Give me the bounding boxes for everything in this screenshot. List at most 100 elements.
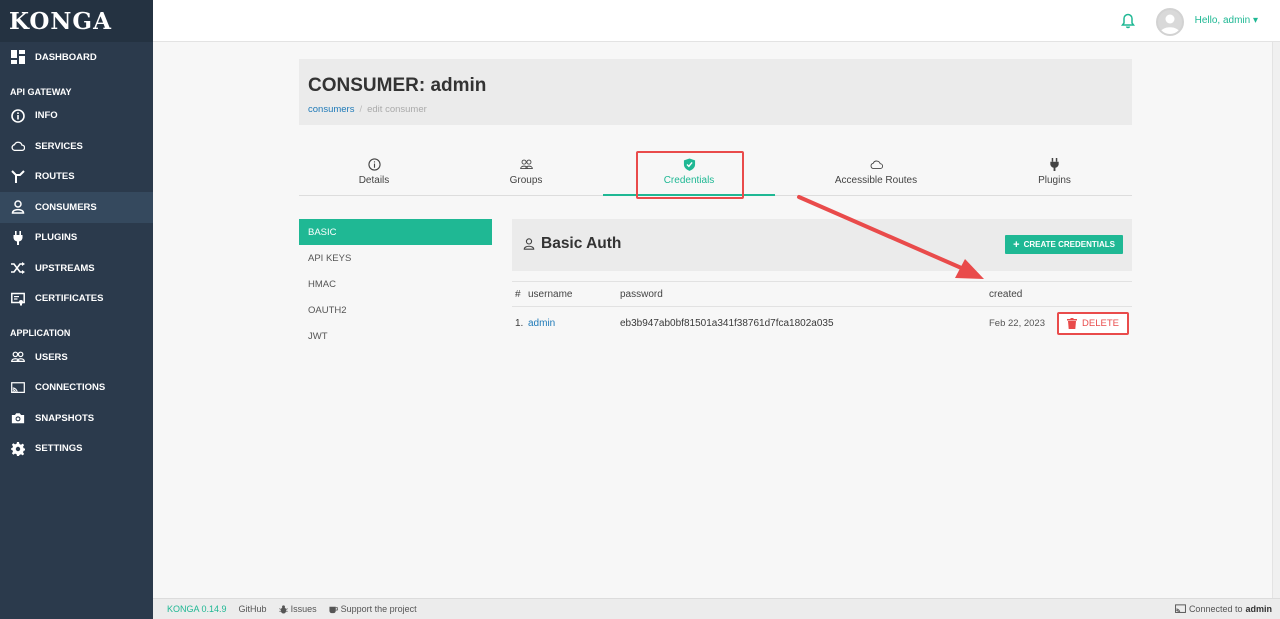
table-header: # username password created xyxy=(512,281,1132,307)
avatar[interactable] xyxy=(1156,8,1184,36)
sidebar-item-label: CONNECTIONS xyxy=(35,382,106,394)
delete-button[interactable]: DELETE xyxy=(1057,312,1129,335)
issues-label: Issues xyxy=(290,604,317,614)
sidebar-item-label: PLUGINS xyxy=(35,232,78,244)
col-num-header: # xyxy=(515,288,521,300)
issues-link[interactable]: Issues xyxy=(278,604,317,614)
col-password-header: password xyxy=(620,288,663,300)
sidebar-item-plugins[interactable]: PLUGINS xyxy=(0,223,153,254)
tab-label: Details xyxy=(358,174,390,186)
tab-label: Accessible Routes xyxy=(834,174,918,186)
row-created: Feb 22, 2023 xyxy=(989,317,1045,329)
users-icon xyxy=(10,349,26,365)
user-menu[interactable]: Hello, admin ▾ xyxy=(1195,15,1258,26)
row-password: eb3b947ab0bf81501a341f38761d7fca1802a035 xyxy=(620,317,834,329)
create-credentials-label: CREATE CREDENTIALS xyxy=(1023,240,1115,249)
info-icon xyxy=(10,108,26,124)
sidebar: KONGA DASHBOARD API GATEWAY INFO SERVICE… xyxy=(0,0,153,619)
sidebar-item-snapshots[interactable]: SNAPSHOTS xyxy=(0,403,153,434)
plug-icon xyxy=(1050,157,1059,171)
credential-type-oauth2[interactable]: OAUTH2 xyxy=(299,297,492,323)
plug-icon xyxy=(10,230,26,246)
tab-label: Plugins xyxy=(1038,174,1071,186)
konga-version[interactable]: KONGA 0.14.9 xyxy=(167,604,227,614)
coffee-icon xyxy=(329,606,338,613)
camera-icon xyxy=(10,410,26,426)
gear-icon xyxy=(10,441,26,457)
sidebar-item-settings[interactable]: SETTINGS xyxy=(0,434,153,465)
trash-icon xyxy=(1067,318,1078,329)
tab-label: Groups xyxy=(509,174,543,186)
support-link[interactable]: Support the project xyxy=(329,604,417,614)
cloud-icon xyxy=(10,138,26,154)
dashboard-icon xyxy=(10,49,26,65)
panel-title: Basic Auth xyxy=(523,235,621,253)
konga-logo[interactable]: KONGA xyxy=(0,0,153,42)
row-username[interactable]: admin xyxy=(528,318,555,329)
sidebar-item-users[interactable]: USERS xyxy=(0,342,153,373)
credential-type-hmac[interactable]: HMAC xyxy=(299,271,492,297)
plus-icon: + xyxy=(1013,238,1020,251)
routes-icon xyxy=(10,169,26,185)
tab-accessible-routes[interactable]: Accessible Routes xyxy=(775,148,977,195)
top-bar: Hello, admin ▾ xyxy=(153,0,1280,42)
connected-prefix: Connected to xyxy=(1188,604,1243,614)
tab-details[interactable]: Details xyxy=(299,148,449,195)
sidebar-item-label: DASHBOARD xyxy=(35,51,97,63)
tab-groups[interactable]: Groups xyxy=(449,148,603,195)
breadcrumb-consumers-link[interactable]: consumers xyxy=(308,104,354,115)
sidebar-section-application: APPLICATION xyxy=(10,328,71,338)
credential-type-jwt[interactable]: JWT xyxy=(299,323,492,349)
scrollbar[interactable] xyxy=(1272,42,1280,598)
cast-icon xyxy=(10,380,26,396)
breadcrumb: consumers / edit consumer xyxy=(308,104,427,115)
create-credentials-button[interactable]: + CREATE CREDENTIALS xyxy=(1005,235,1123,254)
sidebar-item-label: ROUTES xyxy=(35,171,75,183)
sidebar-section-api-gateway: API GATEWAY xyxy=(10,86,72,97)
sidebar-item-dashboard[interactable]: DASHBOARD xyxy=(0,42,153,73)
sidebar-item-connections[interactable]: CONNECTIONS xyxy=(0,373,153,404)
sidebar-item-routes[interactable]: ROUTES xyxy=(0,162,153,193)
breadcrumb-current: edit consumer xyxy=(367,104,427,115)
col-created-header: created xyxy=(989,288,1023,300)
sidebar-item-consumers[interactable]: CONSUMERS xyxy=(0,192,153,223)
sidebar-item-label: CERTIFICATES xyxy=(35,293,104,305)
credentials-tab-highlight xyxy=(636,151,744,199)
sidebar-item-label: SERVICES xyxy=(35,140,83,152)
footer: KONGA 0.14.9 GitHub Issues Support the p… xyxy=(153,598,1280,619)
github-link[interactable]: GitHub xyxy=(239,604,267,614)
sidebar-item-upstreams[interactable]: UPSTREAMS xyxy=(0,253,153,284)
bell-icon[interactable] xyxy=(1121,13,1135,29)
connected-name: admin xyxy=(1245,604,1272,614)
credentials-table: # username password created 1. admin eb3… xyxy=(512,281,1132,339)
shuffle-icon xyxy=(10,260,26,276)
credential-type-api-keys[interactable]: API KEYS xyxy=(299,245,492,271)
cast-icon xyxy=(1175,604,1186,613)
col-username-header: username xyxy=(528,288,573,300)
sidebar-item-label: SNAPSHOTS xyxy=(35,412,95,424)
connection-status: Connected to admin xyxy=(1175,604,1272,614)
page-title: CONSUMER: admin xyxy=(308,75,487,96)
basic-auth-panel-header: Basic Auth + CREATE CREDENTIALS xyxy=(512,219,1132,271)
credential-type-basic[interactable]: BASIC xyxy=(299,219,492,245)
sidebar-item-label: USERS xyxy=(35,351,68,363)
sidebar-item-services[interactable]: SERVICES xyxy=(0,131,153,162)
user-icon xyxy=(10,199,26,215)
users-icon xyxy=(519,159,533,169)
row-number: 1. xyxy=(515,317,524,329)
certificate-icon xyxy=(10,291,26,307)
sidebar-item-label: INFO xyxy=(35,110,58,122)
sidebar-item-certificates[interactable]: CERTIFICATES xyxy=(0,284,153,315)
page-header: CONSUMER: admin consumers / edit consumer xyxy=(299,59,1132,125)
credential-type-menu: BASIC API KEYS HMAC OAUTH2 JWT xyxy=(299,219,492,349)
sidebar-item-info[interactable]: INFO xyxy=(0,101,153,132)
support-label: Support the project xyxy=(340,604,417,614)
sidebar-item-label: CONSUMERS xyxy=(35,201,97,213)
table-row: 1. admin eb3b947ab0bf81501a341f38761d7fc… xyxy=(512,307,1132,339)
sidebar-item-label: SETTINGS xyxy=(35,443,83,455)
delete-label: DELETE xyxy=(1082,318,1119,329)
breadcrumb-separator: / xyxy=(359,104,363,115)
panel-title-text: Basic Auth xyxy=(541,235,622,252)
cloud-icon xyxy=(870,160,883,169)
tab-plugins[interactable]: Plugins xyxy=(977,148,1132,195)
